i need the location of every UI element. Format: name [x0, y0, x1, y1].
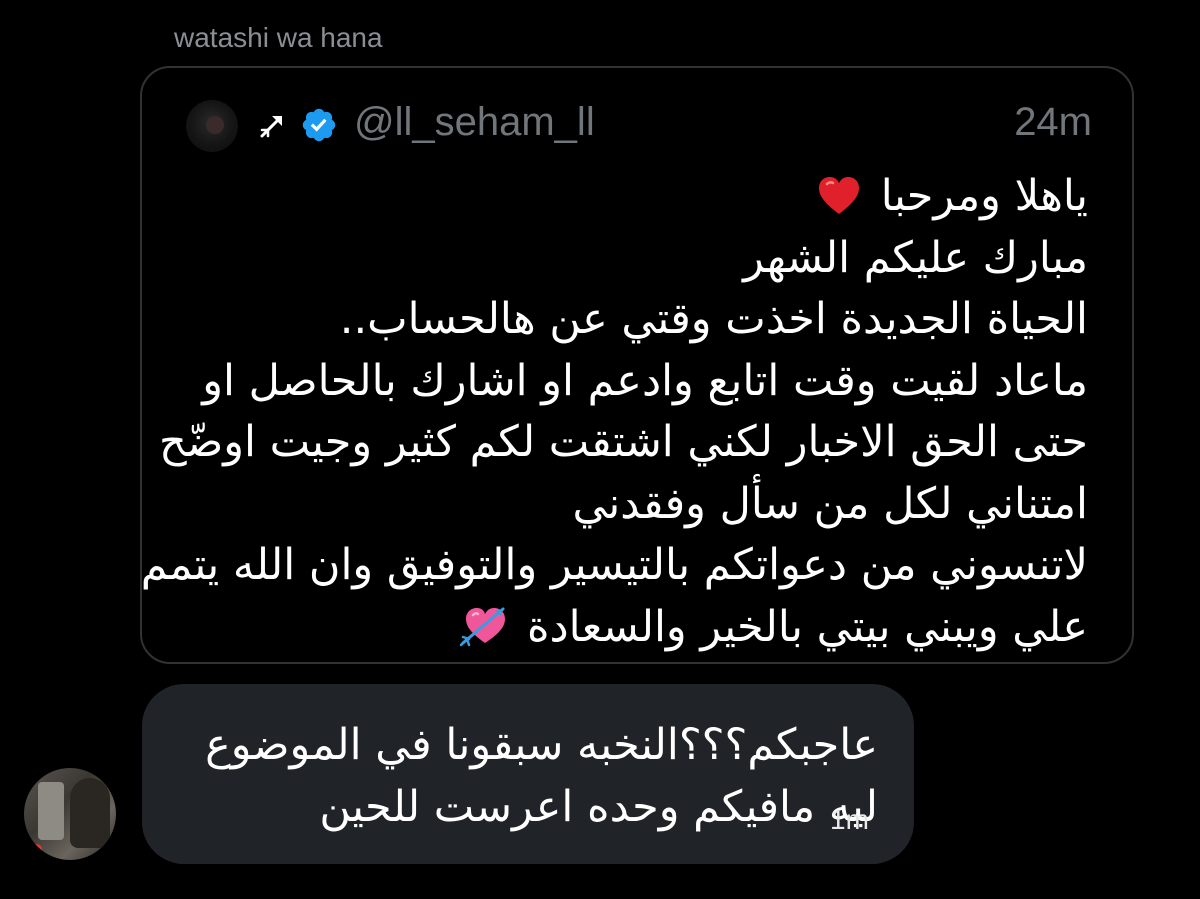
reply-author-avatar[interactable]: [24, 768, 116, 860]
quoted-author-handle[interactable]: @ll_seham_ll: [354, 100, 595, 145]
tweet-line-text: امتناني لكل من سأل وفقدني: [572, 478, 1088, 529]
tweet-line: حتى الحق الاخبار لكني اشتقت لكم كثير وجي…: [159, 412, 1088, 474]
arrow-badge-icon: [260, 116, 282, 138]
quoted-tweet-card[interactable]: @ll_seham_ll 24m ياهلا ومرحبا مبارك عليك…: [140, 66, 1134, 664]
reply-message-time: 1m: [830, 804, 869, 835]
tweet-line: مبارك عليكم الشهر: [182, 228, 1088, 290]
quoted-tweet-time: 24m: [1014, 100, 1092, 144]
heart-with-arrow-emoji: [460, 607, 506, 646]
tweet-line-text: علي ويبني بيتي بالخير والسعادة: [526, 601, 1088, 652]
tweet-line: علي ويبني بيتي بالخير والسعادة: [182, 597, 1088, 659]
tweet-line-text: ياهلا ومرحبا: [880, 171, 1088, 221]
reply-message-text: عاجبكم؟؟؟النخبه سبقونا في الموضوع ليه ما…: [178, 714, 878, 838]
tweet-line: الحياة الجديدة اخذت وقتي عن هالحساب..: [182, 289, 1088, 351]
tweet-line-text: لاتنسوني من دعواتكم بالتيسير والتوفيق وا…: [140, 540, 1088, 590]
quoted-tweet-text: ياهلا ومرحبا مبارك عليكم الشهر الحياة ال…: [141, 166, 1088, 659]
tweet-line: امتناني لكل من سأل وفقدني: [182, 474, 1088, 536]
tweet-line-text: ماعاد لقيت وقت اتابع وادعم او اشارك بالح…: [202, 355, 1088, 406]
reply-line: ليه مافيكم وحده اعرست للحين: [319, 782, 878, 832]
verified-badge-icon: [302, 108, 336, 142]
quoted-tweet-header: @ll_seham_ll 24m: [186, 98, 1092, 158]
quoted-author-avatar[interactable]: [186, 100, 238, 152]
tweet-line: ماعاد لقيت وقت اتابع وادعم او اشارك بالح…: [182, 351, 1088, 413]
reply-line: عاجبكم؟؟؟النخبه سبقونا في الموضوع: [205, 720, 878, 770]
conversation-sender-name: watashi wa hana: [174, 22, 383, 53]
tweet-line-text: حتى الحق الاخبار لكني اشتقت لكم كثير وجي…: [158, 417, 1088, 467]
tweet-line: لاتنسوني من دعواتكم بالتيسير والتوفيق وا…: [141, 535, 1088, 597]
tweet-line-text: مبارك عليكم الشهر: [743, 232, 1088, 283]
reply-message-bubble[interactable]: عاجبكم؟؟؟النخبه سبقونا في الموضوع ليه ما…: [142, 684, 914, 864]
tweet-line: ياهلا ومرحبا: [182, 166, 1088, 228]
red-heart-emoji: [819, 177, 860, 214]
tweet-line-text: الحياة الجديدة اخذت وقتي عن هالحساب..: [339, 294, 1088, 344]
